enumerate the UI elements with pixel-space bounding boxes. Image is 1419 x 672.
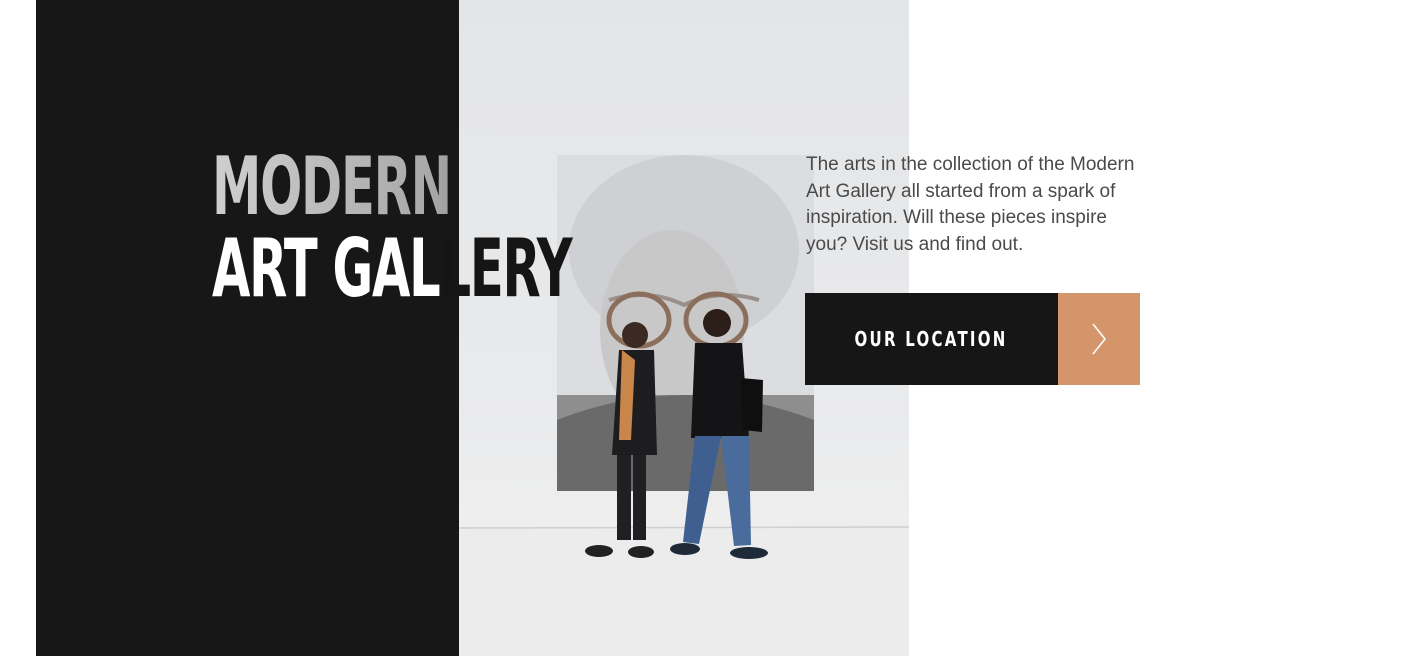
- dark-side-panel: [36, 0, 459, 656]
- our-location-button[interactable]: OUR LOCATION: [805, 293, 1140, 385]
- hero-title-line-1: MODERN: [212, 145, 571, 229]
- hero-title-line-2-light: ART GAL: [212, 222, 441, 315]
- our-location-label: OUR LOCATION: [854, 327, 1009, 351]
- hero-description: The arts in the collection of the Modern…: [806, 154, 1135, 255]
- hero-title: MODERN ART GALLERY: [212, 145, 792, 311]
- hero-title-line-2-dark: LERY: [439, 222, 572, 315]
- chevron-right-icon: [1092, 323, 1107, 355]
- our-location-arrow-box[interactable]: [1058, 293, 1140, 385]
- our-location-label-box[interactable]: OUR LOCATION: [805, 293, 1058, 385]
- hero-title-line-2: ART GALLERY: [212, 227, 573, 311]
